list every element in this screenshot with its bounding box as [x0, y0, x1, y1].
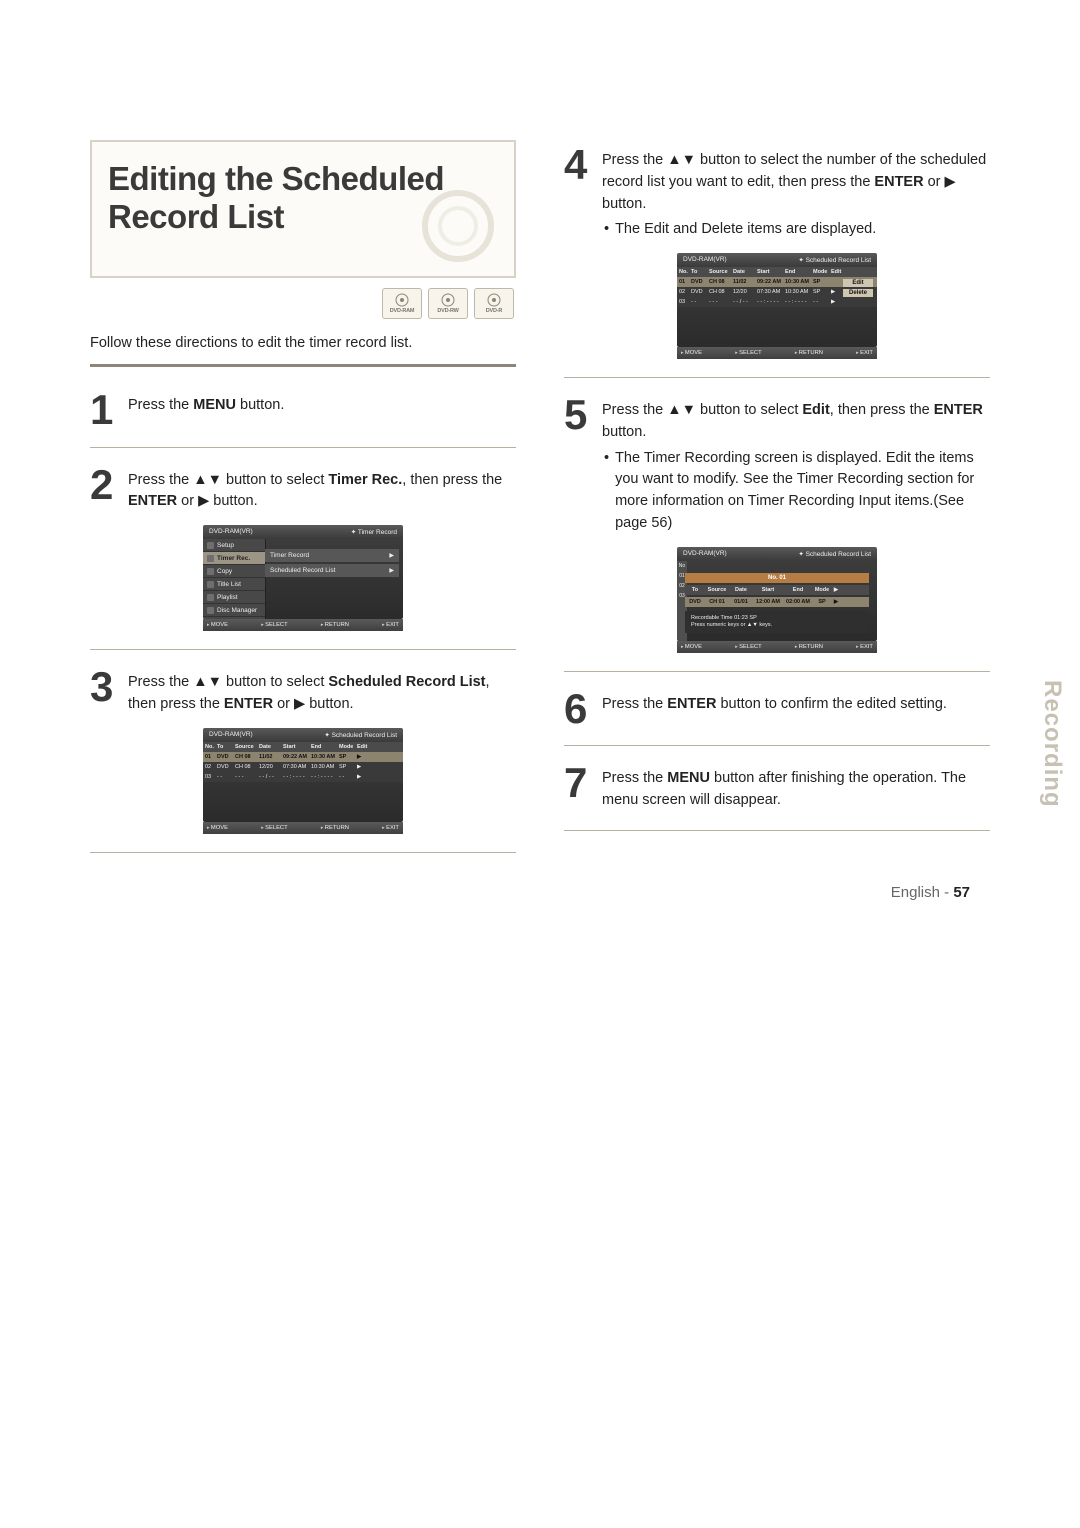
osd-device-label: DVD-RAM(VR)	[683, 550, 727, 558]
step-text: Press the ENTER button to confirm the ed…	[602, 690, 947, 716]
osd-menu-item: Setup	[203, 539, 265, 552]
page-title: Editing the Scheduled Record List	[108, 160, 498, 236]
osd-title: ✦ Scheduled Record List	[798, 256, 871, 264]
osd-menu-item: Disc Manager	[203, 604, 265, 617]
step-4: 4 Press the ▲▼ button to select the numb…	[564, 146, 990, 215]
osd-title: ✦ Scheduled Record List	[798, 550, 871, 558]
step-text: Press the ▲▼ button to select Edit, then…	[602, 396, 990, 444]
disc-badge-label: DVD-RAM	[390, 308, 415, 314]
intro-text: Follow these directions to edit the time…	[90, 333, 516, 354]
osd-table-row: 03- -- - -- - / - -- - : - - - -- - : - …	[203, 772, 403, 782]
osd-footer: MOVE SELECT RETURN EXIT	[203, 619, 403, 631]
disc-badge: DVD-RAM	[382, 288, 422, 319]
step-number: 6	[564, 690, 592, 728]
divider	[90, 649, 516, 650]
osd-context-popup: Edit Delete	[843, 279, 873, 297]
osd-popup-edit: Edit	[843, 279, 873, 287]
osd-modal-title: No. 01	[685, 573, 869, 583]
osd-edit-modal: DVD-RAM(VR) ✦ Scheduled Record List No01…	[677, 547, 877, 653]
osd-menu-list: Setup Timer Rec. Copy Title List Playlis…	[203, 539, 266, 619]
disc-badge-label: DVD-RW	[437, 308, 458, 314]
divider	[564, 745, 990, 746]
osd-modal-row: DVDCH 0101/0112:00 AM02:00 AMSP▶	[685, 597, 869, 607]
step-2: 2 Press the ▲▼ button to select Timer Re…	[90, 466, 516, 514]
step-number: 4	[564, 146, 592, 184]
step-7: 7 Press the MENU button after finishing …	[564, 764, 990, 812]
title-block: Editing the Scheduled Record List	[90, 140, 516, 278]
divider	[90, 447, 516, 448]
osd-footer: MOVE SELECT RETURN EXIT	[677, 347, 877, 359]
left-column: Editing the Scheduled Record List DVD-RA…	[90, 140, 516, 871]
step-3: 3 Press the ▲▼ button to select Schedule…	[90, 668, 516, 716]
osd-menu-item: Playlist	[203, 591, 265, 604]
disc-badge-row: DVD-RAM DVD-RW DVD-R	[90, 288, 514, 319]
osd-title: ✦ Scheduled Record List	[324, 731, 397, 739]
step-text: Press the MENU button.	[128, 391, 284, 417]
disc-badge: DVD-RW	[428, 288, 468, 319]
osd-footer: MOVE SELECT RETURN EXIT	[677, 641, 877, 653]
section-side-label: Recording	[1038, 680, 1066, 808]
divider-strong	[90, 364, 516, 367]
osd-table-row: 02DVDCH 0812/2007:30 AM10:30 AMSP▶	[203, 762, 403, 772]
osd-scheduled-popup: DVD-RAM(VR) ✦ Scheduled Record List No.T…	[677, 253, 877, 359]
step-text: Press the ▲▼ button to select the number…	[602, 146, 990, 215]
step-4-bullet: The Edit and Delete items are displayed.	[604, 219, 990, 241]
divider	[90, 852, 516, 853]
osd-device-label: DVD-RAM(VR)	[209, 731, 253, 739]
step-1: 1 Press the MENU button.	[90, 391, 516, 429]
page-footer: English - 57	[891, 884, 970, 901]
step-text: Press the ▲▼ button to select Scheduled …	[128, 668, 516, 716]
osd-device-label: DVD-RAM(VR)	[209, 528, 253, 536]
osd-table-header: No.ToSourceDateStartEndModeEdit	[677, 267, 877, 277]
step-number: 7	[564, 764, 592, 802]
disc-badge-label: DVD-R	[486, 308, 502, 314]
divider	[564, 377, 990, 378]
osd-menu-item: Copy	[203, 565, 265, 578]
divider	[564, 671, 990, 672]
step-text: Press the ▲▼ button to select Timer Rec.…	[128, 466, 516, 514]
divider	[564, 830, 990, 831]
step-5: 5 Press the ▲▼ button to select Edit, th…	[564, 396, 990, 444]
osd-popup-delete: Delete	[843, 289, 873, 297]
step-number: 2	[90, 466, 118, 504]
step-number: 3	[90, 668, 118, 706]
step-number: 5	[564, 396, 592, 434]
osd-table-header: No.ToSourceDateStartEndModeEdit	[203, 742, 403, 752]
osd-device-label: DVD-RAM(VR)	[683, 256, 727, 264]
footer-language: English	[891, 884, 940, 901]
step-5-bullet: The Timer Recording screen is displayed.…	[604, 448, 990, 535]
osd-right-pane: Timer Record▶ Scheduled Record List▶	[265, 549, 399, 579]
osd-timer-menu: DVD-RAM(VR) ✦ Timer Record Setup Timer R…	[203, 525, 403, 631]
osd-modal-tip: Recordable Time 01:23 SP Press numeric k…	[685, 611, 869, 633]
right-column: 4 Press the ▲▼ button to select the numb…	[564, 140, 990, 871]
osd-menu-item-selected: Timer Rec.	[203, 552, 265, 565]
osd-modal-header: ToSourceDateStartEndMode▶	[685, 585, 869, 595]
footer-page-number: 57	[953, 884, 970, 901]
osd-submenu-item: Timer Record▶	[265, 549, 399, 562]
disc-badge: DVD-R	[474, 288, 514, 319]
osd-table-row: 03- -- - -- - / - -- - : - - - -- - : - …	[677, 297, 877, 307]
step-number: 1	[90, 391, 118, 429]
osd-submenu-item: Scheduled Record List▶	[265, 564, 399, 577]
osd-footer: MOVE SELECT RETURN EXIT	[203, 822, 403, 834]
osd-menu-item: Title List	[203, 578, 265, 591]
osd-table-row: 01DVDCH 0811/0209:22 AM10:30 AMSP▶	[203, 752, 403, 762]
osd-scheduled-list: DVD-RAM(VR) ✦ Scheduled Record List No.T…	[203, 728, 403, 834]
step-text: Press the MENU button after finishing th…	[602, 764, 990, 812]
osd-title: ✦ Timer Record	[351, 528, 397, 536]
step-6: 6 Press the ENTER button to confirm the …	[564, 690, 990, 728]
